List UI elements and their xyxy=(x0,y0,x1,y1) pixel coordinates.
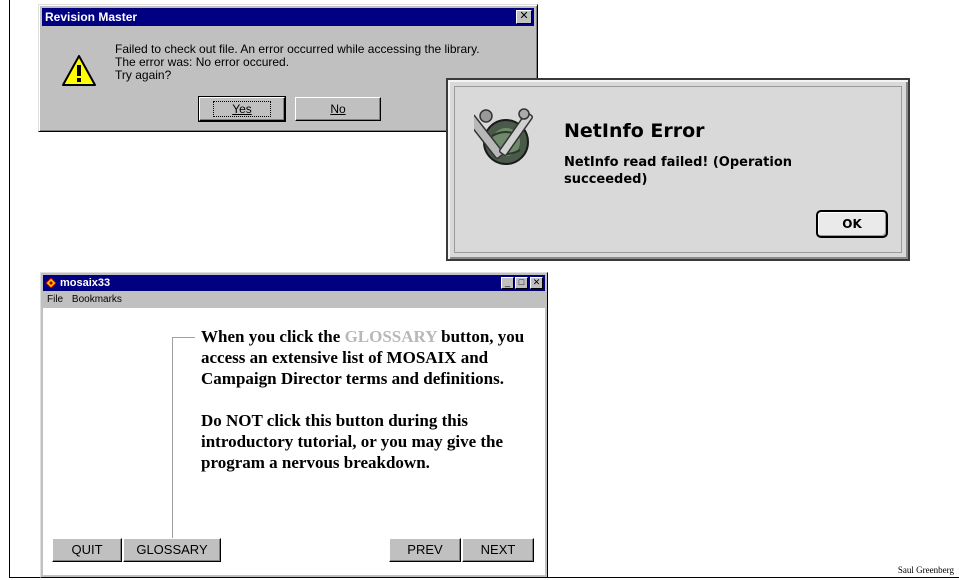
message-line: Try again? xyxy=(115,68,172,82)
menu-bar: File Bookmarks xyxy=(43,292,545,308)
tutorial-paragraph: Do NOT click this button during this int… xyxy=(201,411,504,472)
ok-button[interactable]: OK xyxy=(816,210,888,238)
menu-file[interactable]: File xyxy=(47,294,63,305)
tutorial-text: When you click the GLOSSARY button, you … xyxy=(201,326,541,494)
window-title: mosaix33 xyxy=(60,277,111,289)
text-run: When you click the xyxy=(201,327,345,346)
glossary-highlight: GLOSSARY xyxy=(344,327,437,346)
minimize-icon[interactable]: _ xyxy=(501,277,514,289)
mosaix-window: mosaix33 _ □ ✕ File Bookmarks When you c… xyxy=(40,272,548,578)
author-credit: Saul Greenberg xyxy=(897,565,954,575)
revision-master-titlebar[interactable]: Revision Master ✕ xyxy=(42,8,534,26)
glossary-button[interactable]: GLOSSARY xyxy=(123,538,221,562)
app-icon xyxy=(46,278,56,288)
dialog-title: NetInfo Error xyxy=(564,120,705,142)
slide-frame-left xyxy=(9,0,10,578)
tools-globe-icon xyxy=(474,108,534,165)
pointer-line xyxy=(172,337,173,545)
yes-button-label: Yes xyxy=(213,101,271,117)
quit-button[interactable]: QUIT xyxy=(52,538,122,562)
yes-button[interactable]: Yes xyxy=(198,96,286,122)
no-button[interactable]: No xyxy=(295,97,381,121)
next-button[interactable]: NEXT xyxy=(462,538,534,562)
tutorial-paragraph: When you click the GLOSSARY button, you … xyxy=(201,326,541,389)
close-icon[interactable]: ✕ xyxy=(516,10,532,24)
pointer-line xyxy=(173,337,195,338)
mosaix-titlebar[interactable]: mosaix33 _ □ ✕ xyxy=(43,275,545,291)
error-message: Failed to check out file. An error occur… xyxy=(115,43,480,82)
tutorial-content: When you click the GLOSSARY button, you … xyxy=(43,308,545,575)
close-icon[interactable]: ✕ xyxy=(530,277,543,289)
dialog-title: Revision Master xyxy=(45,10,138,24)
error-message: NetInfo read failed! (Operation succeede… xyxy=(564,155,793,187)
menu-bookmarks[interactable]: Bookmarks xyxy=(72,294,122,305)
netinfo-error-dialog: NetInfo Error NetInfo read failed! (Oper… xyxy=(446,78,910,261)
maximize-icon[interactable]: □ xyxy=(515,277,528,289)
prev-button[interactable]: PREV xyxy=(389,538,461,562)
no-button-label: No xyxy=(330,102,346,116)
warning-icon xyxy=(62,55,96,86)
